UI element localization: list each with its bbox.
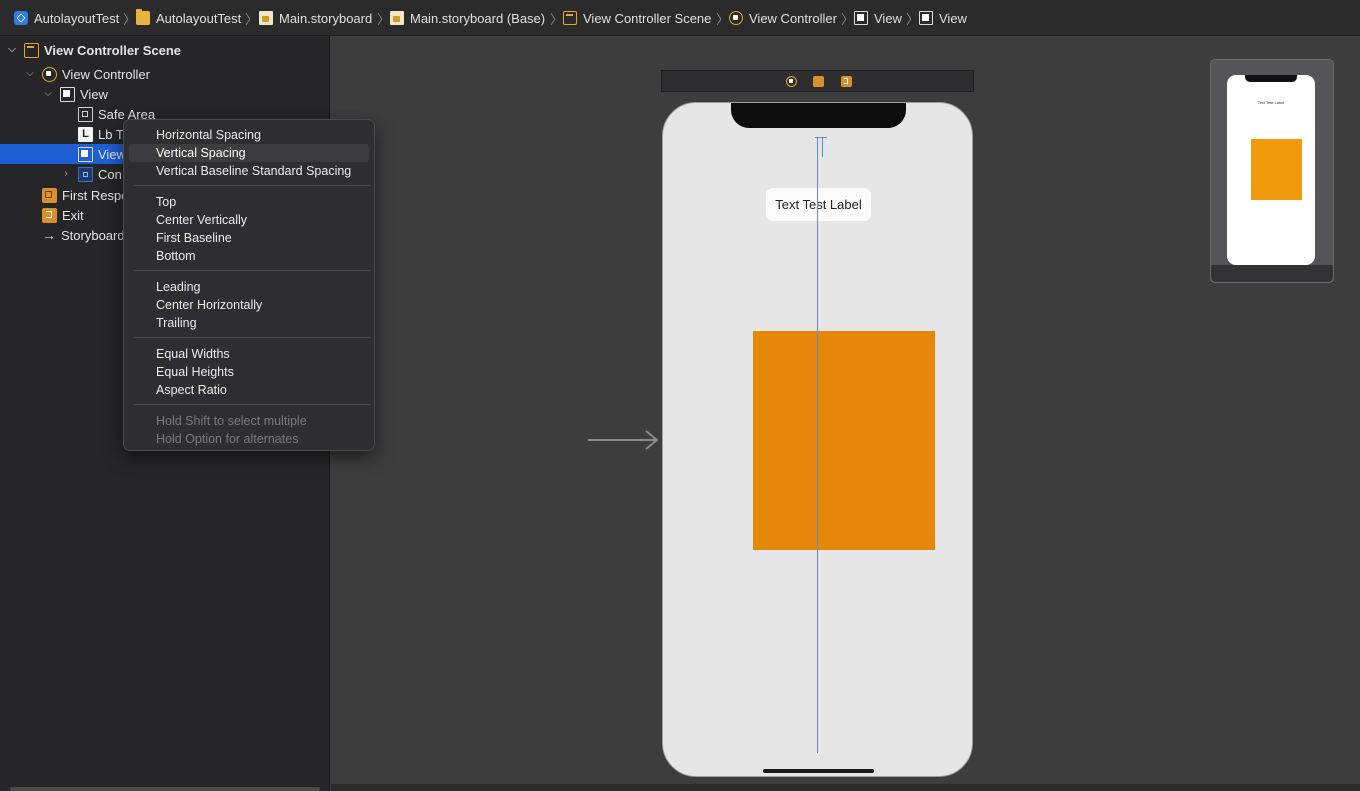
chevron-right-icon: 〉 <box>716 12 730 27</box>
breadcrumb-scene[interactable]: View Controller Scene <box>563 9 711 27</box>
view-controller-icon[interactable] <box>786 76 797 87</box>
outline-label: Storyboard <box>61 227 125 243</box>
menu-separator <box>134 185 370 186</box>
menu-item-equal-widths[interactable]: Equal Widths <box>129 345 369 363</box>
breadcrumb-view-controller[interactable]: View Controller <box>729 9 837 27</box>
menu-item-aspect-ratio[interactable]: Aspect Ratio <box>129 381 369 399</box>
chevron-right-icon: 〉 <box>906 12 920 27</box>
chevron-down-icon[interactable]: ⌵ <box>43 89 53 99</box>
outline-label: Lb T <box>98 126 124 142</box>
scene-icon <box>24 42 39 58</box>
exit-icon[interactable] <box>841 76 852 87</box>
safe-area-icon <box>78 106 93 122</box>
chevron-right-icon: 〉 <box>841 12 855 27</box>
folder-icon <box>136 9 150 25</box>
breadcrumb-storyboard[interactable]: Main.storyboard <box>259 9 372 27</box>
menu-item-center-horizontally[interactable]: Center Horizontally <box>129 296 369 314</box>
outline-view-controller[interactable]: ⌵ View Controller <box>0 64 330 84</box>
minimap[interactable]: Text Test Label <box>1210 59 1334 283</box>
outline-label: View Controller Scene <box>44 42 182 58</box>
menu-item-center-vertically[interactable]: Center Vertically <box>129 211 369 229</box>
outline-label: Exit <box>62 207 84 223</box>
canvas-bottom-bar <box>331 784 1360 791</box>
menu-hint-shift: Hold Shift to select multiple <box>156 414 307 428</box>
chevron-right-icon: 〉 <box>377 12 391 27</box>
menu-separator <box>134 270 370 271</box>
storyboard-file-icon <box>259 11 273 25</box>
constraint-guide-line <box>822 137 823 157</box>
breadcrumb-label: View Controller <box>749 10 837 26</box>
menu-separator <box>134 337 370 338</box>
minimap-orange-view <box>1251 139 1302 200</box>
app-icon <box>14 11 28 25</box>
minimap-label: Text Test Label <box>1257 100 1285 105</box>
constraint-guide-tick <box>815 137 827 138</box>
breadcrumb-storyboard-base[interactable]: Main.storyboard (Base) <box>390 9 545 27</box>
outline-scene[interactable]: ⌵ View Controller Scene <box>0 40 330 60</box>
scene-dock <box>661 70 974 92</box>
breadcrumb-label: AutolayoutTest <box>156 10 242 26</box>
view-icon <box>854 11 868 25</box>
device-frame[interactable]: Text Test Label <box>662 102 973 777</box>
orange-view[interactable] <box>753 331 935 550</box>
chevron-down-icon[interactable]: ⌵ <box>7 45 17 55</box>
outline-label: View <box>98 146 126 162</box>
device-notch <box>731 103 906 128</box>
menu-item-trailing[interactable]: Trailing <box>129 314 369 332</box>
minimap-device: Text Test Label <box>1227 75 1315 265</box>
horizontal-scrollbar[interactable] <box>10 787 320 791</box>
outline-label: Con <box>98 166 122 182</box>
jump-bar: AutolayoutTest 〉 AutolayoutTest 〉 Main.s… <box>0 0 1360 36</box>
constraint-guide-line <box>817 137 818 753</box>
breadcrumb-label: AutolayoutTest <box>34 10 120 26</box>
outline-view[interactable]: ⌵ View <box>0 84 330 104</box>
outline-label: View <box>80 86 108 102</box>
view-controller-icon <box>42 66 57 82</box>
menu-item-horizontal-spacing[interactable]: Horizontal Spacing <box>129 126 369 144</box>
scene-icon <box>563 11 577 25</box>
breadcrumb-view-current[interactable]: View <box>919 9 967 27</box>
constraint-context-menu: Horizontal Spacing Vertical Spacing Vert… <box>123 119 375 451</box>
storyboard-entry-arrow[interactable] <box>588 430 660 450</box>
breadcrumb-project[interactable]: AutolayoutTest <box>14 9 119 27</box>
menu-item-leading[interactable]: Leading <box>129 278 369 296</box>
arrow-right-icon: → <box>42 227 56 243</box>
first-responder-icon[interactable] <box>813 76 824 87</box>
first-responder-icon <box>42 187 57 203</box>
home-indicator <box>763 769 874 773</box>
breadcrumb-view[interactable]: View <box>854 9 902 27</box>
menu-item-vertical-baseline-standard-spacing[interactable]: Vertical Baseline Standard Spacing <box>129 162 369 180</box>
breadcrumb-label: View <box>874 10 902 26</box>
menu-item-equal-heights[interactable]: Equal Heights <box>129 363 369 381</box>
chevron-right-icon[interactable]: › <box>61 169 71 179</box>
minimap-footer <box>1211 265 1333 282</box>
chevron-right-icon: 〉 <box>550 12 564 27</box>
view-icon <box>78 146 93 162</box>
outline-label: View Controller <box>62 66 150 82</box>
minimap-notch <box>1245 75 1297 82</box>
chevron-right-icon: 〉 <box>123 12 137 27</box>
storyboard-file-icon <box>390 11 404 25</box>
menu-separator <box>134 404 370 405</box>
chevron-down-icon[interactable]: ⌵ <box>25 69 35 79</box>
menu-item-first-baseline[interactable]: First Baseline <box>129 229 369 247</box>
breadcrumb-label: Main.storyboard <box>279 10 373 26</box>
constraints-icon <box>78 166 93 182</box>
label-icon: L <box>78 126 93 142</box>
menu-item-vertical-spacing[interactable]: Vertical Spacing <box>129 144 369 162</box>
menu-item-bottom[interactable]: Bottom <box>129 247 369 265</box>
text-test-label[interactable]: Text Test Label <box>766 188 871 221</box>
menu-hint-option: Hold Option for alternates <box>156 432 299 446</box>
breadcrumb-label: View <box>939 10 967 26</box>
view-icon <box>919 11 933 25</box>
view-controller-icon <box>729 11 743 25</box>
breadcrumb-label: View Controller Scene <box>583 10 712 26</box>
chevron-right-icon: 〉 <box>245 12 259 27</box>
view-icon <box>60 86 75 102</box>
breadcrumb-label: Main.storyboard (Base) <box>410 10 546 26</box>
breadcrumb-group[interactable]: AutolayoutTest <box>136 9 241 27</box>
outline-label: First Respo <box>62 187 129 203</box>
menu-item-top[interactable]: Top <box>129 193 369 211</box>
exit-icon <box>42 207 57 223</box>
